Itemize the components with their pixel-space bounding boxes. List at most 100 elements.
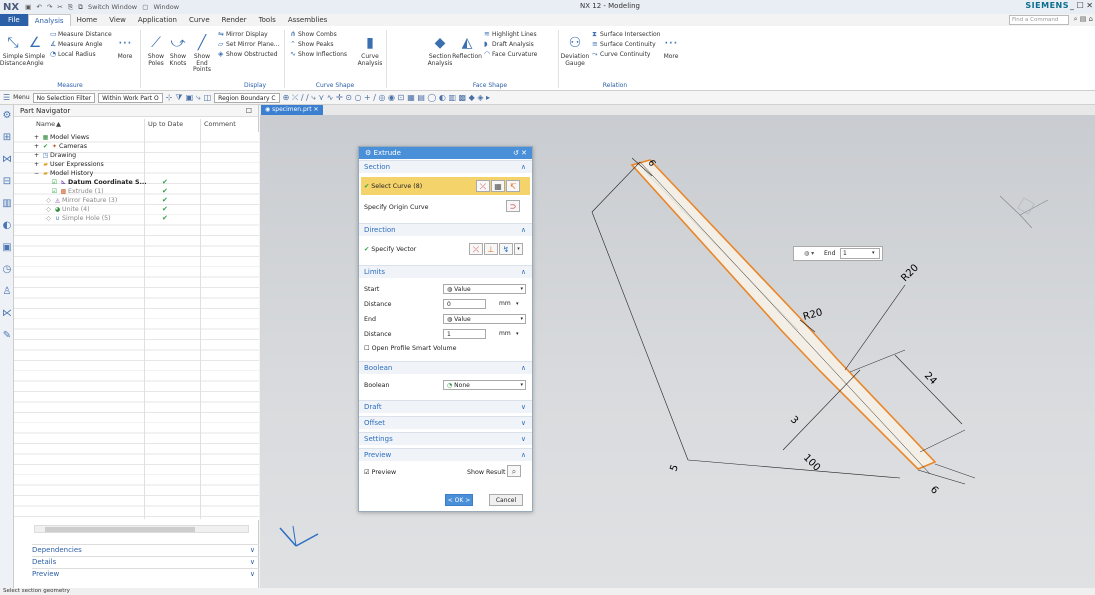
draft-group-header[interactable]: Draft ∨ xyxy=(359,400,532,413)
surface-intersection-button[interactable]: ⧗ Surface Intersection xyxy=(592,30,660,39)
column-name[interactable]: Name xyxy=(36,120,55,128)
tree-item-simple-hole[interactable]: ◇ ∪ Simple Hole (5) xyxy=(44,214,110,223)
point-snap-icon[interactable]: ⊕ ⤫ ∕ ∕ ⤷ ⋎ ∿ ✛ ⊙ ○ + ∕ ◎ ◉ ⊡ xyxy=(283,93,405,103)
preview-group-header[interactable]: Preview ∧ xyxy=(359,448,532,461)
assembly-navigator-icon[interactable]: ⊞ xyxy=(0,127,14,149)
limits-group-header[interactable]: Limits ∧ xyxy=(359,265,532,278)
face-rule-icon[interactable]: ◫ xyxy=(204,93,212,102)
vector-dropdown-button[interactable]: ▾ xyxy=(514,243,523,255)
tab-curve[interactable]: Curve xyxy=(183,14,216,26)
select-curve-row[interactable]: ✔ Select Curve (8) xyxy=(364,182,422,191)
tree-item-drawing[interactable]: + ◳ Drawing xyxy=(32,151,76,160)
simple-distance-button[interactable]: ⤡ Simple Distance xyxy=(0,34,26,67)
end-distance-unit[interactable]: mm xyxy=(499,329,511,339)
curve-continuity-button[interactable]: ⤳ Curve Continuity xyxy=(592,50,650,59)
direction-group-header[interactable]: Direction ∧ xyxy=(359,223,532,236)
save-icon[interactable]: ▣ xyxy=(25,3,31,11)
view-icon[interactable]: ▦ ▤ ◯ ◐ ▥ ▩ ◆ ◈ ▸ xyxy=(407,93,490,102)
relation-more-button[interactable]: ⋯ More xyxy=(662,34,680,61)
start-type-dropdown[interactable]: ◍ Value ▾ xyxy=(443,284,526,294)
tab-home[interactable]: Home xyxy=(71,14,104,26)
column-up-to-date[interactable]: Up to Date xyxy=(148,120,183,128)
tab-tools[interactable]: Tools xyxy=(253,14,282,26)
tab-application[interactable]: Application xyxy=(132,14,183,26)
selection-scope-dropdown[interactable]: Within Work Part O xyxy=(98,92,163,103)
redo-icon[interactable]: ↷ xyxy=(47,3,52,11)
tab-assemblies[interactable]: Assemblies xyxy=(282,14,334,26)
section-analysis-button[interactable]: ◆ Section Analysis xyxy=(428,34,453,67)
select-curve-button[interactable]: ↸ xyxy=(506,180,520,192)
switch-window-button[interactable]: Switch Window xyxy=(88,3,137,11)
tree-item-user-expressions[interactable]: + ▰ User Expressions xyxy=(32,160,104,169)
tab-analysis[interactable]: Analysis xyxy=(27,14,71,26)
tree-item-cameras[interactable]: + ✔ ✦ Cameras xyxy=(32,142,87,151)
show-end-points-button[interactable]: ╱ Show End Points xyxy=(190,34,214,74)
scrollbar-thumb[interactable] xyxy=(45,527,195,532)
end-distance-input[interactable]: 1 xyxy=(443,329,486,339)
tab-render[interactable]: Render xyxy=(216,14,253,26)
constraint-navigator-icon[interactable]: ⋈ xyxy=(0,149,14,171)
web-browser-icon[interactable]: ◐ xyxy=(0,215,14,237)
maximize-icon[interactable]: ☐ xyxy=(246,105,252,117)
show-peaks-button[interactable]: ⌃ Show Peaks xyxy=(290,40,333,49)
window-controls[interactable]: _ ☐ ✕ xyxy=(1070,1,1093,10)
roles-icon[interactable]: ♙ xyxy=(0,281,14,303)
face-curvature-button[interactable]: ◠ Face Curvature xyxy=(484,50,537,59)
command-finder-input[interactable]: Find a Command xyxy=(1009,15,1069,25)
deviation-gauge-button[interactable]: ⚇ Deviation Gauge xyxy=(561,34,590,67)
tree-item-unite[interactable]: ◇ ◕ Unite (4) xyxy=(44,205,89,214)
close-icon[interactable]: ↺ ✕ xyxy=(513,147,527,159)
menu-button[interactable]: Menu xyxy=(13,94,29,101)
draft-analysis-button[interactable]: ◗ Draft Analysis xyxy=(484,40,534,49)
part-navigator-icon[interactable]: ⊟ xyxy=(0,171,14,193)
tree-item-datum-csys[interactable]: ☑ ⊾ Datum Coordinate S... xyxy=(50,178,147,187)
show-knots-button[interactable]: ⤻ Show Knots xyxy=(168,34,188,67)
selection-filter-dropdown[interactable]: No Selection Filter xyxy=(32,92,96,103)
reverse-direction-button[interactable]: ⤫ xyxy=(469,243,483,255)
undo-icon[interactable]: ↶ xyxy=(36,3,41,11)
value-type-icon[interactable]: ◍ ▾ xyxy=(804,247,814,260)
tree-item-extrude[interactable]: ☑ ▩ Extrude (1) xyxy=(50,187,104,196)
measure-angle-button[interactable]: ∡ Measure Angle xyxy=(50,40,102,49)
window-menu-button[interactable]: Window xyxy=(153,3,179,11)
region-boundary-dropdown[interactable]: Region Boundary C xyxy=(214,92,280,103)
search-icon[interactable]: ⌕ ▤ ⌂ xyxy=(1074,15,1093,24)
tab-specimen-part[interactable]: ◉ specimen.prt ✕ xyxy=(261,105,323,115)
highlight-lines-button[interactable]: ≋ Highlight Lines xyxy=(484,30,537,39)
simple-angle-button[interactable]: ∠ Simple Angle xyxy=(24,34,46,67)
boolean-group-header[interactable]: Boolean ∧ xyxy=(359,361,532,374)
close-icon[interactable]: ✕ xyxy=(312,106,319,113)
curve-rule-button[interactable]: ⤫ xyxy=(476,180,490,192)
vector-type-button[interactable]: ↯ xyxy=(499,243,513,255)
measure-distance-button[interactable]: ▭Measure Distance xyxy=(50,30,112,39)
local-radius-button[interactable]: ◔ Local Radius xyxy=(50,50,96,59)
section-group-header[interactable]: Section ∧ xyxy=(359,160,532,173)
curve-rule-icon[interactable]: ⤷ xyxy=(196,93,200,103)
offset-group-header[interactable]: Offset ∨ xyxy=(359,416,532,429)
reuse-library-icon[interactable]: ▥ xyxy=(0,193,14,215)
ok-button[interactable]: < OK > xyxy=(445,494,473,506)
specimen-body[interactable] xyxy=(630,159,937,470)
chevron-down-icon[interactable]: ▾ xyxy=(872,247,875,260)
switch-window-icon[interactable]: ⧉ xyxy=(78,3,83,11)
measure-more-button[interactable]: ⋯ More xyxy=(116,34,134,61)
snap-icon[interactable]: ⊹ xyxy=(166,93,173,102)
settings-icon[interactable]: ⚙ xyxy=(0,105,14,127)
cancel-button[interactable]: Cancel xyxy=(489,494,523,506)
show-obstructed-button[interactable]: ◈ Show Obstructed xyxy=(218,50,278,59)
filter-icon[interactable]: ⧩ xyxy=(175,93,182,103)
surface-continuity-button[interactable]: ≡ Surface Continuity xyxy=(592,40,656,49)
tree-item-mirror-feature[interactable]: ◇ ◬ Mirror Feature (3) xyxy=(44,196,117,205)
tree-item-model-views[interactable]: + ▦ Model Views xyxy=(32,133,89,142)
preview-checkbox[interactable]: ☑ Preview xyxy=(364,468,396,477)
vector-dialog-button[interactable]: ⊥ xyxy=(484,243,498,255)
reflection-button[interactable]: ◭ Reflection xyxy=(452,34,482,61)
system-materials-icon[interactable]: ⋉ xyxy=(0,303,14,325)
panel-dependencies[interactable]: Dependencies ∨ xyxy=(32,544,259,555)
open-profile-checkbox[interactable]: ☐ Open Profile Smart Volume xyxy=(364,344,457,353)
settings-group-header[interactable]: Settings ∨ xyxy=(359,432,532,445)
hd3d-icon[interactable]: ▣ xyxy=(0,237,14,259)
tree-item-model-history[interactable]: − ▰ Model History xyxy=(32,169,93,178)
end-type-dropdown[interactable]: ◍ Value ▾ xyxy=(443,314,526,324)
analysis-icon[interactable]: ✎ xyxy=(0,325,14,347)
